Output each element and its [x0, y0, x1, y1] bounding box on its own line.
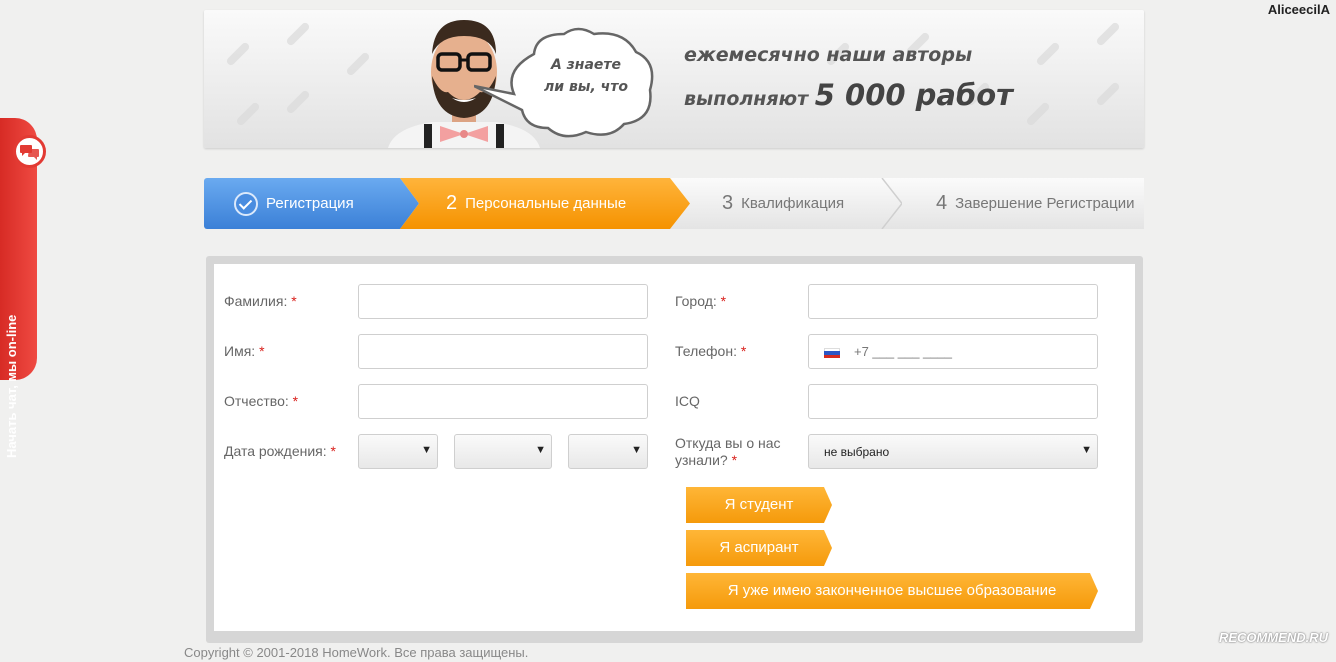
copyright: Copyright © 2001-2018 HomeWork. Все прав… [184, 645, 529, 660]
name-label: Имя: * [224, 343, 265, 359]
source-select-value: не выбрано [824, 445, 890, 459]
registration-steps: Регистрация 3 Квалификация 4 Завершение … [204, 178, 1144, 229]
icq-label: ICQ [675, 393, 700, 409]
bubble-text: А знаете ли вы, что [544, 57, 628, 95]
city-label: Город: * [675, 293, 727, 309]
step-qualification: 3 Квалификация [670, 178, 902, 229]
student-button[interactable]: Я студент [686, 487, 832, 523]
phone-mask: +7 ___ ___ ____ [854, 344, 952, 359]
surname-input[interactable] [358, 284, 648, 319]
icq-input[interactable] [808, 384, 1098, 419]
birth-year-select[interactable]: ▼ [568, 434, 648, 469]
banner-headline-2: выполняют 5 000 работ [684, 78, 1013, 112]
step-registration[interactable]: Регистрация [204, 178, 419, 229]
birth-month-select[interactable]: ▼ [454, 434, 552, 469]
birth-day-select[interactable]: ▼ [358, 434, 438, 469]
step-label: Персональные данные [465, 195, 627, 212]
graduate-button[interactable]: Я уже имею законченное высшее образовани… [686, 573, 1098, 609]
dropdown-arrow-icon: ▼ [421, 444, 432, 456]
source-label: Откуда вы о нас узнали? * [675, 435, 781, 468]
chat-tab[interactable]: Начать чат, мы on-line [0, 118, 46, 458]
dropdown-arrow-icon: ▼ [1081, 444, 1092, 456]
surname-label: Фамилия: * [224, 293, 297, 309]
patronymic-label: Отчество: * [224, 393, 299, 409]
birthdate-label: Дата рождения: * [224, 443, 336, 459]
chat-label[interactable]: Начать чат, мы on-line [4, 218, 19, 458]
dropdown-arrow-icon: ▼ [631, 444, 642, 456]
banner-headline-1: ежемесячно наши авторы [684, 44, 973, 66]
step-number: 3 [722, 192, 734, 214]
watermark: RECOMMEND.RU [1218, 630, 1328, 645]
step-label: Квалификация [741, 195, 845, 212]
dropdown-arrow-icon: ▼ [535, 444, 546, 456]
city-input[interactable] [808, 284, 1098, 319]
step-number: 2 [446, 192, 458, 214]
promo-banner: А знаете ли вы, что ежемесячно наши авто… [204, 10, 1144, 148]
patronymic-input[interactable] [358, 384, 648, 419]
step-number: 4 [936, 192, 948, 214]
russia-flag-icon [824, 348, 840, 358]
phone-input[interactable]: +7 ___ ___ ____ [808, 334, 1098, 369]
chat-bubbles-icon [13, 135, 46, 168]
step-personal-data: 2 Персональные данные [400, 178, 690, 229]
user-name[interactable]: AliceecilA [1268, 2, 1330, 17]
name-input[interactable] [358, 334, 648, 369]
phone-label: Телефон: * [675, 343, 747, 359]
source-select[interactable]: не выбрано ▼ [808, 434, 1098, 469]
step-completion: 4 Завершение Регистрации [882, 178, 1144, 229]
step-label: Регистрация [266, 195, 354, 212]
step-label: Завершение Регистрации [955, 195, 1135, 212]
check-icon [234, 191, 258, 216]
postgrad-button[interactable]: Я аспирант [686, 530, 832, 566]
step-divider [881, 178, 902, 229]
